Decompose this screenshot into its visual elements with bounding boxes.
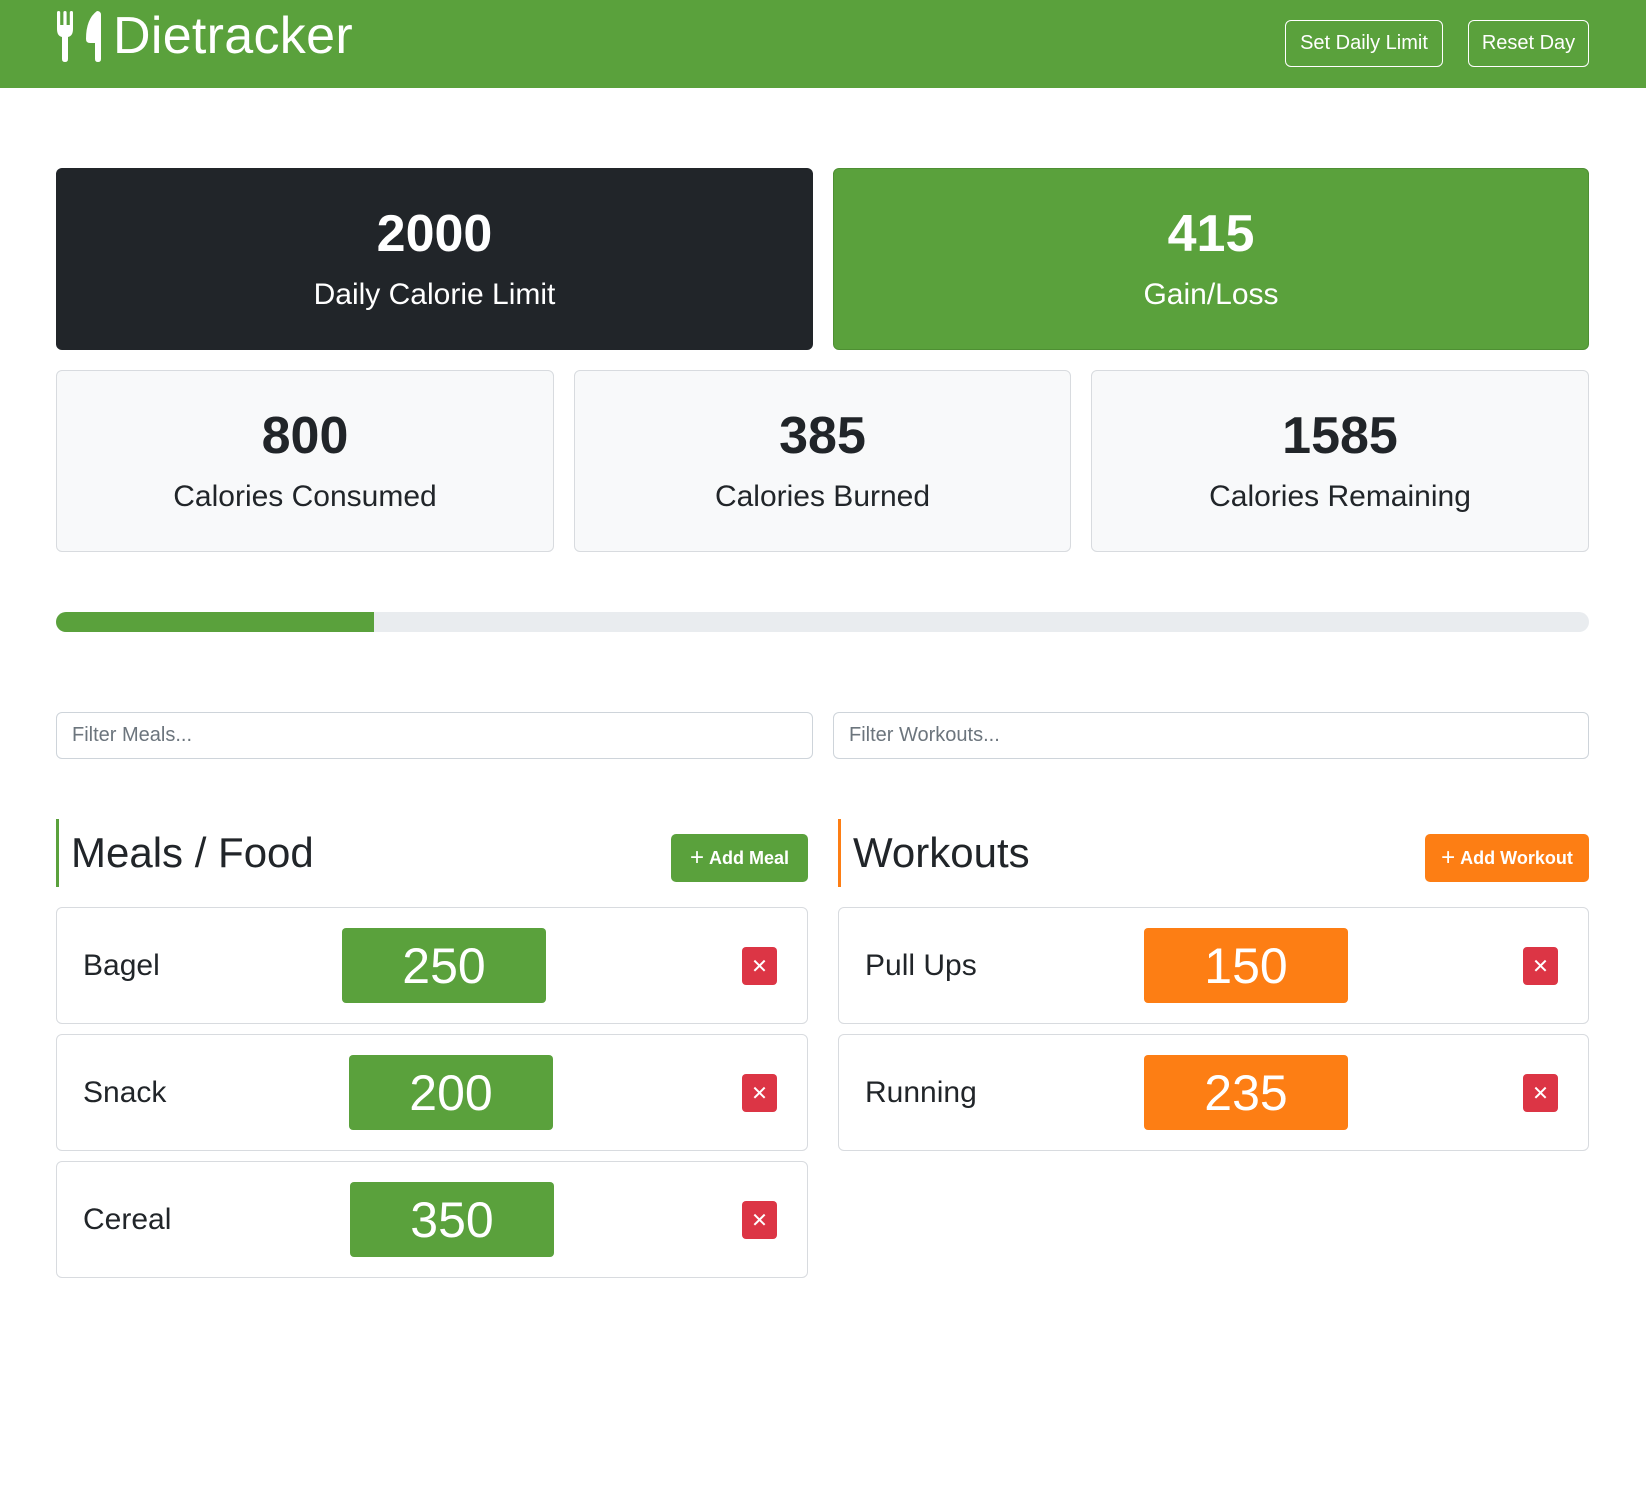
calories-burned-card: 385 Calories Burned: [574, 370, 1071, 552]
plus-icon: +: [1441, 844, 1456, 871]
navbar: Dietracker Set Daily Limit Reset Day: [0, 0, 1646, 88]
close-icon: ✕: [1532, 1081, 1549, 1105]
workout-item: Pull Ups 150 ✕: [838, 907, 1589, 1024]
meal-name: Snack: [83, 1075, 167, 1109]
workouts-section-header: Workouts + Add Workout: [838, 819, 1589, 887]
delete-meal-button[interactable]: ✕: [742, 947, 777, 985]
meal-calories-badge: 350: [350, 1182, 554, 1257]
gain-loss-label: Gain/Loss: [1143, 277, 1279, 311]
calories-burned-label: Calories Burned: [714, 479, 931, 513]
meal-calories-badge: 250: [342, 928, 546, 1003]
workout-name: Running: [865, 1075, 977, 1109]
close-icon: ✕: [1532, 954, 1549, 978]
filter-workouts-input[interactable]: [833, 712, 1589, 759]
delete-workout-button[interactable]: ✕: [1523, 1074, 1558, 1112]
close-icon: ✕: [751, 1208, 768, 1232]
calories-remaining-card: 1585 Calories Remaining: [1091, 370, 1589, 552]
calories-consumed-card: 800 Calories Consumed: [56, 370, 554, 552]
add-meal-label: Add Meal: [709, 847, 790, 868]
calories-consumed-label: Calories Consumed: [173, 479, 437, 513]
workout-name: Pull Ups: [865, 948, 977, 982]
utensils-icon: [57, 11, 101, 62]
calories-remaining-value: 1585: [1282, 407, 1398, 466]
set-daily-limit-button[interactable]: Set Daily Limit: [1285, 20, 1443, 67]
workout-item: Running 235 ✕: [838, 1034, 1589, 1151]
daily-limit-label: Daily Calorie Limit: [313, 277, 556, 311]
workouts-list: Pull Ups 150 ✕ Running 235 ✕: [838, 907, 1589, 1161]
gain-loss-card: 415 Gain/Loss: [833, 168, 1589, 350]
delete-meal-button[interactable]: ✕: [742, 1074, 777, 1112]
workout-calories-badge: 235: [1144, 1055, 1348, 1130]
add-meal-button[interactable]: + Add Meal: [671, 834, 808, 882]
workouts-title: Workouts: [853, 829, 1030, 876]
add-workout-label: Add Workout: [1460, 847, 1573, 868]
meal-item: Bagel 250 ✕: [56, 907, 808, 1024]
meals-section-header: Meals / Food + Add Meal: [56, 819, 808, 887]
calories-remaining-label: Calories Remaining: [1209, 479, 1471, 513]
meal-name: Bagel: [83, 948, 160, 982]
calories-burned-value: 385: [779, 407, 866, 466]
calories-consumed-value: 800: [261, 407, 349, 466]
meal-calories-badge: 200: [349, 1055, 553, 1130]
close-icon: ✕: [751, 1081, 768, 1105]
filter-meals-input[interactable]: [56, 712, 813, 759]
meals-list: Bagel 250 ✕ Snack 200 ✕ Cereal 350 ✕: [56, 907, 808, 1288]
daily-limit-card: 2000 Daily Calorie Limit: [56, 168, 813, 350]
delete-workout-button[interactable]: ✕: [1523, 947, 1558, 985]
meal-item: Snack 200 ✕: [56, 1034, 808, 1151]
gain-loss-value: 415: [1167, 205, 1255, 264]
meal-item: Cereal 350 ✕: [56, 1161, 808, 1278]
close-icon: ✕: [751, 954, 768, 978]
calorie-progress-fill: [56, 612, 375, 632]
meal-name: Cereal: [83, 1202, 172, 1236]
plus-icon: +: [689, 844, 704, 871]
brand[interactable]: Dietracker: [55, 8, 353, 64]
workout-calories-badge: 150: [1144, 928, 1348, 1003]
reset-day-button[interactable]: Reset Day: [1468, 20, 1589, 67]
meals-title: Meals / Food: [71, 829, 314, 876]
app-title: Dietracker: [113, 7, 353, 65]
delete-meal-button[interactable]: ✕: [742, 1201, 777, 1239]
add-workout-button[interactable]: + Add Workout: [1425, 834, 1589, 882]
daily-limit-value: 2000: [376, 205, 493, 264]
calorie-progress-bar: [56, 612, 1589, 632]
